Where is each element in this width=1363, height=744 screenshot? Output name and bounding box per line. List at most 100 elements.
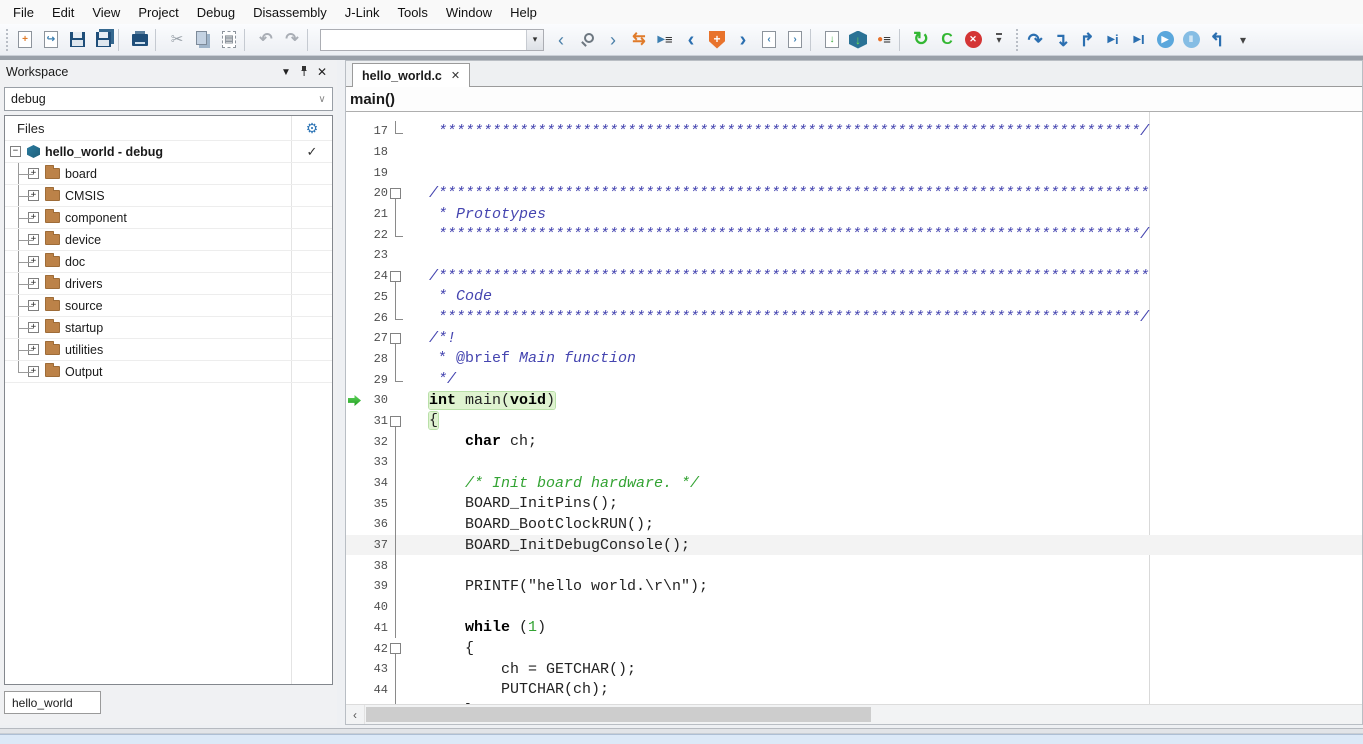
code-line-29[interactable]: 29 */ <box>346 369 1362 390</box>
code-line-35[interactable]: 35 BOARD_InitPins(); <box>346 493 1362 514</box>
print-button[interactable] <box>127 27 153 53</box>
stop-debug-button[interactable]: ✕ <box>960 27 986 53</box>
code-line-24[interactable]: 24−/************************************… <box>346 266 1362 287</box>
menu-item-file[interactable]: File <box>4 2 43 23</box>
tree-row-device[interactable]: +device <box>5 229 332 251</box>
code-line-44[interactable]: 44 PUTCHAR(ch); <box>346 680 1362 701</box>
code-line-27[interactable]: 27−/*! <box>346 328 1362 349</box>
search-button[interactable] <box>574 27 600 53</box>
tree-row-source[interactable]: +source <box>5 295 332 317</box>
code-line-26[interactable]: 26 *************************************… <box>346 307 1362 328</box>
swap-arrows-button[interactable]: ⇆ <box>626 27 652 53</box>
code-line-40[interactable]: 40 <box>346 597 1362 618</box>
navigate-back-button[interactable]: ‹ <box>678 27 704 53</box>
fold-collapse-icon[interactable]: − <box>388 266 404 287</box>
fold-collapse-icon[interactable]: − <box>388 638 404 659</box>
search-next-button[interactable]: › <box>600 27 626 53</box>
close-icon[interactable]: ✕ <box>451 69 460 82</box>
toolbar-overflow-button[interactable]: ▾ <box>986 27 1012 53</box>
run-to-cursor-button[interactable]: ▶I <box>1126 27 1152 53</box>
fold-collapse-icon[interactable]: − <box>388 411 404 432</box>
fold-collapse-icon[interactable]: − <box>388 183 404 204</box>
workspace-bottom-tab[interactable]: hello_world <box>4 691 101 714</box>
code-line-18[interactable]: 18 <box>346 142 1362 163</box>
menu-item-view[interactable]: View <box>83 2 129 23</box>
goto-list-button[interactable]: ▶≡ <box>652 27 678 53</box>
code-line-42[interactable]: 42− { <box>346 638 1362 659</box>
menu-item-debug[interactable]: Debug <box>188 2 244 23</box>
code-line-31[interactable]: 31−{ <box>346 411 1362 432</box>
menu-item-tools[interactable]: Tools <box>388 2 436 23</box>
editor-tab[interactable]: hello_world.c ✕ <box>352 63 470 87</box>
step-into-button[interactable]: ↴ <box>1048 27 1074 53</box>
code-line-41[interactable]: 41 while (1) <box>346 618 1362 639</box>
step-out-button[interactable]: ↱ <box>1074 27 1100 53</box>
code-line-28[interactable]: 28 * @brief Main function <box>346 349 1362 370</box>
tree-row-board[interactable]: +board <box>5 163 332 185</box>
tree-row-utilities[interactable]: +utilities <box>5 339 332 361</box>
pin-icon[interactable] <box>295 65 313 80</box>
tree-row-output[interactable]: +Output <box>5 361 332 383</box>
code-area[interactable]: 17 *************************************… <box>346 112 1362 704</box>
open-document-button[interactable]: ↪ <box>38 27 64 53</box>
menu-item-edit[interactable]: Edit <box>43 2 83 23</box>
menu-item-window[interactable]: Window <box>437 2 501 23</box>
scroll-left-arrow-icon[interactable]: ‹ <box>346 705 365 724</box>
code-line-36[interactable]: 36 BOARD_BootClockRUN(); <box>346 514 1362 535</box>
fold-collapse-icon[interactable]: − <box>388 328 404 349</box>
code-line-21[interactable]: 21 * Prototypes <box>346 204 1362 225</box>
undo-button[interactable]: ↶ <box>253 27 279 53</box>
code-line-23[interactable]: 23 <box>346 245 1362 266</box>
debug-toolbar-dropdown[interactable]: ▾ <box>1230 27 1256 53</box>
make-button[interactable]: ●≡ <box>871 27 897 53</box>
cpu-refresh-button[interactable]: C <box>934 27 960 53</box>
next-statement-button[interactable]: ▶i <box>1100 27 1126 53</box>
configuration-combobox[interactable]: debug ∨ <box>4 87 333 111</box>
code-line-17[interactable]: 17 *************************************… <box>346 121 1362 142</box>
code-line-43[interactable]: 43 ch = GETCHAR(); <box>346 659 1362 680</box>
workspace-dropdown-icon[interactable]: ▼ <box>277 67 295 78</box>
code-line-20[interactable]: 20−/************************************… <box>346 183 1362 204</box>
collapse-icon[interactable]: − <box>10 146 21 157</box>
tree-row-component[interactable]: +component <box>5 207 332 229</box>
code-line-38[interactable]: 38 <box>346 555 1362 576</box>
menu-item-j-link[interactable]: J-Link <box>336 2 389 23</box>
reset-target-button[interactable]: ↰ <box>1204 27 1230 53</box>
save-button[interactable] <box>64 27 90 53</box>
tree-row-cmsis[interactable]: +CMSIS <box>5 185 332 207</box>
redo-button[interactable]: ↷ <box>279 27 305 53</box>
new-document-button[interactable]: + <box>12 27 38 53</box>
code-line-30[interactable]: 30int main(void) <box>346 390 1362 411</box>
search-prev-button[interactable]: ‹ <box>548 27 574 53</box>
code-line-34[interactable]: 34 /* Init board hardware. */ <box>346 473 1362 494</box>
tree-row-startup[interactable]: +startup <box>5 317 332 339</box>
horizontal-scrollbar[interactable]: ‹ <box>346 704 1362 724</box>
download-active-button[interactable]: ↓ <box>819 27 845 53</box>
previous-tab-button[interactable]: ‹ <box>756 27 782 53</box>
scrollbar-track[interactable] <box>365 705 1362 724</box>
quick-search-combobox[interactable]: ▾ <box>320 29 544 51</box>
code-line-39[interactable]: 39 PRINTF("hello world.\r\n"); <box>346 576 1362 597</box>
code-line-22[interactable]: 22 *************************************… <box>346 224 1362 245</box>
copy-button[interactable] <box>190 27 216 53</box>
tree-row-project[interactable]: −hello_world - debug✓ <box>5 141 332 163</box>
save-all-button[interactable] <box>90 27 116 53</box>
close-icon[interactable]: ✕ <box>313 65 331 79</box>
code-line-25[interactable]: 25 * Code <box>346 287 1362 308</box>
code-line-19[interactable]: 19 <box>346 162 1362 183</box>
go-button[interactable]: ▶ <box>1152 27 1178 53</box>
cut-button[interactable]: ✂ <box>164 27 190 53</box>
next-tab-button[interactable]: › <box>782 27 808 53</box>
menu-item-help[interactable]: Help <box>501 2 546 23</box>
code-line-32[interactable]: 32 char ch; <box>346 431 1362 452</box>
reset-button[interactable]: ↻ <box>908 27 934 53</box>
tree-row-doc[interactable]: +doc <box>5 251 332 273</box>
paste-button[interactable]: ▤ <box>216 27 242 53</box>
step-over-button[interactable]: ↷ <box>1022 27 1048 53</box>
code-line-37[interactable]: 37 BOARD_InitDebugConsole(); <box>346 535 1362 556</box>
scrollbar-thumb[interactable] <box>366 707 871 722</box>
code-line-33[interactable]: 33 <box>346 452 1362 473</box>
menu-item-disassembly[interactable]: Disassembly <box>244 2 336 23</box>
tree-row-drivers[interactable]: +drivers <box>5 273 332 295</box>
download-flash-button[interactable]: ↓ <box>845 27 871 53</box>
